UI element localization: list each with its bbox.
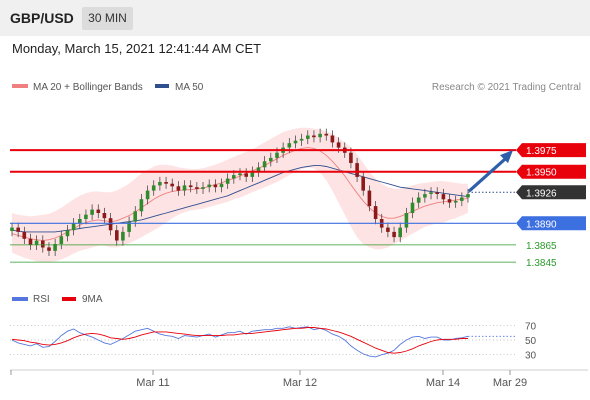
candle [41, 240, 45, 248]
candle [275, 152, 279, 158]
rsi-tick-label: 30 [525, 351, 537, 362]
price-chart: MA 20 + Bollinger Bands MA 50 Research ©… [10, 82, 588, 389]
candle [367, 190, 372, 207]
resistance-label: 1.3975 [526, 146, 557, 157]
candle [453, 200, 458, 203]
candle [355, 163, 359, 177]
rsi-tick-label: 50 [525, 336, 537, 347]
ma20-legend-label: MA 20 + Bollinger Bands [33, 82, 143, 93]
candle [10, 227, 14, 231]
candle [108, 218, 113, 231]
candle [466, 194, 470, 198]
candle [34, 240, 39, 245]
candle [22, 231, 27, 239]
candle [293, 140, 298, 144]
candle [121, 231, 125, 241]
main-plot [10, 127, 470, 263]
candle [96, 209, 101, 213]
candle [423, 194, 427, 198]
candle [16, 227, 20, 232]
chart-widget: GBP/USD 30 MIN Monday, March 15, 2021 12… [0, 0, 590, 400]
candle [460, 197, 464, 201]
rsi-legend-label: RSI [33, 294, 50, 305]
candle [115, 230, 119, 241]
candle [71, 223, 76, 231]
candle [28, 238, 33, 245]
candle [441, 194, 446, 200]
candle [330, 135, 335, 143]
rsi-ma-legend-label: 9MA [82, 294, 103, 305]
candle [447, 199, 452, 203]
candle [398, 227, 402, 238]
candle [145, 190, 150, 200]
candle [429, 192, 433, 194]
rsi-plot: 70 50 30 [10, 321, 537, 362]
candle [318, 133, 322, 138]
x-tick-label: Mar 14 [426, 377, 460, 389]
candle [324, 133, 329, 136]
support-label: 1.3890 [526, 219, 557, 230]
target-label: 1.3845 [526, 258, 557, 269]
candle [404, 213, 409, 228]
candle [386, 227, 390, 232]
candle [201, 187, 205, 189]
candle [299, 138, 304, 141]
candle [312, 135, 316, 138]
candle [170, 183, 174, 187]
candle [392, 231, 396, 238]
candle [410, 202, 415, 213]
ma20-legend-swatch [12, 84, 28, 88]
candle [213, 184, 218, 188]
copyright-label: Research © 2021 Trading Central [432, 82, 581, 93]
candle [195, 187, 199, 189]
ma50-legend-label: MA 50 [175, 82, 204, 93]
rsi-ma-legend-swatch [62, 297, 76, 301]
x-tick-label: Mar 12 [283, 377, 317, 389]
candle [78, 219, 82, 224]
current-price-label: 1.3926 [526, 188, 557, 199]
bollinger-band [12, 127, 468, 263]
target-label: 1.3865 [526, 241, 557, 252]
candle [219, 183, 224, 188]
candle [435, 192, 439, 194]
x-tick-label: Mar 29 [493, 377, 527, 389]
candle [269, 157, 273, 162]
candle [90, 209, 94, 215]
candle [207, 184, 211, 188]
candle [188, 185, 193, 188]
candle [182, 185, 187, 191]
candle [59, 236, 64, 244]
candle [244, 173, 248, 177]
candle [65, 230, 70, 237]
candle [151, 185, 156, 191]
x-tick-label: Mar 11 [136, 377, 169, 389]
candle [102, 213, 107, 219]
candle [232, 175, 236, 179]
candle [373, 206, 378, 219]
candle [349, 152, 353, 163]
x-axis: Mar 11 Mar 12 Mar 14 Mar 29 [10, 370, 527, 389]
resistance-label: 1.3950 [526, 168, 557, 179]
rsi-tick-label: 70 [525, 321, 537, 332]
rsi-legend-swatch [12, 297, 28, 301]
candle [361, 176, 365, 191]
candle [416, 197, 421, 203]
candle [176, 186, 181, 191]
forecast-arrow-shaft [468, 156, 508, 192]
candle [262, 161, 267, 168]
candle [238, 173, 242, 176]
candle [158, 182, 162, 186]
candle [164, 182, 168, 184]
candle [139, 199, 144, 212]
candle [306, 135, 310, 139]
candle [84, 214, 88, 219]
candle [287, 143, 292, 148]
candle [133, 211, 137, 222]
candle [225, 178, 230, 184]
candle [47, 247, 51, 251]
candle [336, 142, 341, 148]
ma50-legend-swatch [155, 84, 169, 88]
